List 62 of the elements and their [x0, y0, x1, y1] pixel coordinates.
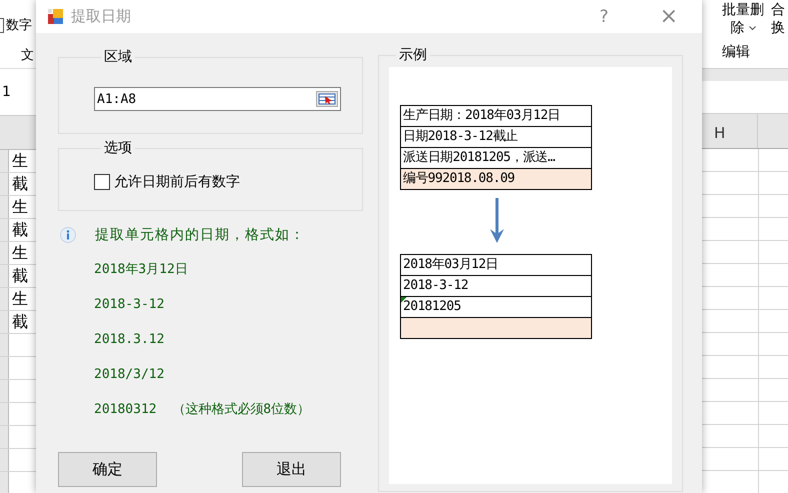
down-arrow-icon [489, 198, 505, 244]
format-example: 2018-3-12 [94, 296, 166, 314]
table-cell-text: 生 [11, 196, 29, 218]
ribbon-label: 合 [771, 1, 785, 19]
group-label: 选项 [103, 139, 133, 157]
close-button[interactable]: × [656, 2, 682, 31]
row-header[interactable] [0, 219, 9, 241]
app-icon [47, 8, 65, 26]
row-header[interactable] [0, 288, 9, 310]
dialog-button[interactable]: 确定 [58, 452, 157, 487]
table-cell-text: 截 [11, 265, 29, 287]
group-label: 区域 [103, 48, 133, 66]
row-header[interactable] [0, 173, 9, 195]
checkbox[interactable] [94, 174, 110, 190]
info-text: 提取单元格内的日期，格式如： [95, 226, 305, 244]
help-button[interactable]: ? [596, 4, 613, 28]
row-header[interactable] [0, 265, 9, 287]
ribbon-tab[interactable]: 文 [21, 46, 34, 64]
table-cell-text: 生 [11, 288, 29, 310]
range-select-icon [316, 91, 338, 107]
row-header[interactable] [0, 334, 9, 356]
row-header[interactable] [0, 357, 9, 379]
ribbon-label: 换 [771, 19, 785, 37]
table-cell-text: 截 [11, 219, 29, 241]
row-header[interactable] [0, 472, 9, 493]
checkbox-label: 允许日期前后有数字 [114, 173, 240, 191]
row-header[interactable] [0, 196, 9, 218]
ribbon-group-label: 编辑 [722, 43, 751, 61]
column-header[interactable]: H [702, 114, 758, 148]
format-example: 20180312 （这种格式必须8位数） [94, 401, 312, 419]
format-example: 2018.3.12 [94, 331, 166, 349]
table-cell-text: 截 [11, 311, 29, 333]
row-header[interactable] [0, 311, 9, 333]
ribbon-label: 批量删 [722, 1, 764, 19]
checkbox-label: 数字 [6, 17, 32, 34]
row-header[interactable] [0, 449, 9, 471]
ribbon-button[interactable]: 批量删 除 [722, 1, 764, 37]
format-example: 2018年3月12日 [94, 261, 189, 279]
row-header[interactable] [0, 426, 9, 448]
name-box[interactable]: 1 [2, 84, 11, 100]
ribbon-button[interactable]: 合 换 [771, 1, 785, 37]
table-cell-text: 截 [11, 173, 29, 195]
table-cell: 日期2018-3-12截止 [401, 127, 591, 148]
format-example: 2018/3/12 [94, 366, 166, 384]
row-header[interactable] [0, 150, 9, 172]
range-field[interactable]: A1:A8 [94, 87, 341, 111]
table-cell-text: 生 [11, 242, 29, 264]
table-cell: 20181205 [401, 297, 591, 318]
table-cell: 编号992018.08.09 [401, 169, 591, 189]
row-header[interactable] [0, 380, 9, 402]
caret-icon [748, 26, 756, 30]
info-icon [60, 227, 76, 243]
table-cell: 2018-3-12 [401, 276, 591, 297]
table-cell-text: 生 [11, 150, 29, 172]
group-label: 示例 [398, 46, 428, 64]
dialog-button[interactable]: 退出 [242, 452, 341, 487]
table-cell: 生产日期：2018年03月12日 [401, 106, 591, 127]
table-cell: 2018年03月12日 [401, 255, 591, 276]
row-header[interactable] [0, 242, 9, 264]
window-title: 提取日期 [71, 7, 131, 26]
ribbon-label: 除 [730, 19, 744, 37]
row-header[interactable] [0, 403, 9, 425]
